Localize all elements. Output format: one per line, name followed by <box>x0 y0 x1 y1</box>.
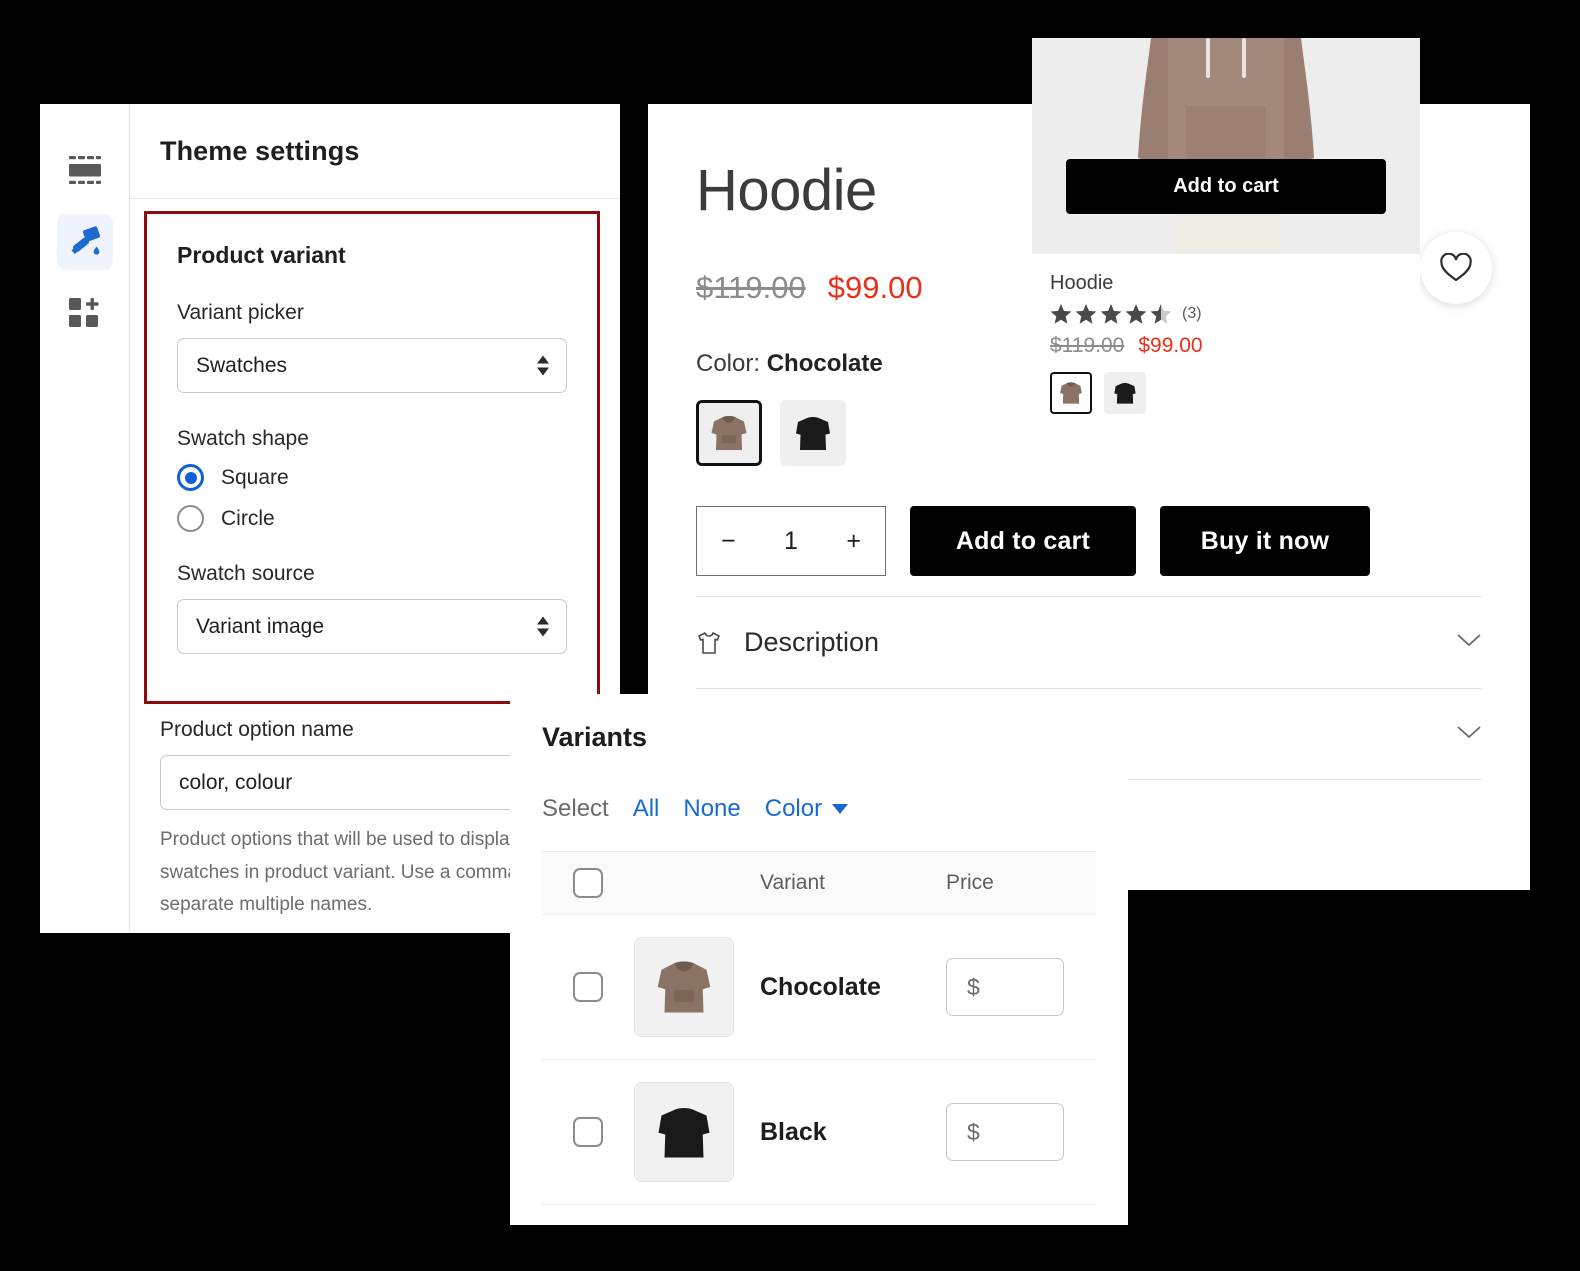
row-checkbox-chocolate[interactable] <box>573 972 603 1002</box>
card-add-to-cart-button[interactable]: Add to cart <box>1066 159 1386 214</box>
sections-icon <box>68 156 101 184</box>
product-actions: − 1 + Add to cart Buy it now <box>696 506 1482 576</box>
variant-picker-value: Swatches <box>196 353 288 377</box>
sidebar-item-theme-settings[interactable] <box>56 214 113 270</box>
wishlist-button[interactable] <box>1420 232 1492 304</box>
sidebar-item-add-block[interactable] <box>57 286 113 342</box>
variant-price-input-black[interactable]: $ <box>946 1103 1064 1161</box>
variant-picker-select[interactable]: Swatches <box>177 338 567 393</box>
product-card-title: Hoodie <box>1050 272 1114 294</box>
product-swatch-chocolate[interactable] <box>696 400 762 466</box>
select-all-checkbox[interactable] <box>573 868 603 898</box>
caret-down-icon <box>832 804 849 814</box>
section-heading: Product variant <box>177 242 346 268</box>
swatch-shape-label: Swatch shape <box>177 427 309 450</box>
product-swatch-black[interactable] <box>780 400 846 466</box>
variant-picker-label: Variant picker <box>177 301 304 324</box>
hoodie-black-icon <box>648 1096 720 1168</box>
product-card-panel: Add to cart Hoodie (3) $119.00 $99.00 <box>1032 38 1420 448</box>
variants-panel: Variants Select All None Color Variant P… <box>510 694 1128 1225</box>
hoodie-black-icon <box>1114 383 1136 404</box>
product-card-swatch-black[interactable] <box>1104 372 1146 414</box>
product-card-swatch-list <box>1050 372 1402 414</box>
variants-panel-content: Variants Select All None Color Variant P… <box>510 694 1128 1205</box>
quantity-increment-button[interactable]: + <box>846 527 861 556</box>
sidebar-item-sections[interactable] <box>57 142 113 198</box>
table-row[interactable]: Black $ <box>542 1060 1096 1205</box>
radio-square[interactable] <box>177 464 204 491</box>
variant-name: Black <box>760 1117 827 1146</box>
theme-settings-header: Theme settings <box>130 104 620 199</box>
currency-symbol: $ <box>967 973 980 1000</box>
quantity-value: 1 <box>784 526 798 555</box>
chevron-down-icon <box>1456 632 1482 653</box>
star-rating-icon <box>1050 304 1172 324</box>
variant-thumbnail-chocolate <box>634 937 734 1037</box>
quantity-decrement-button[interactable]: − <box>721 527 736 556</box>
product-variant-section: Product variant Variant picker Swatches … <box>147 214 597 654</box>
product-card-review-count: (3) <box>1182 305 1202 322</box>
product-color-prefix: Color: <box>696 350 761 377</box>
variants-title: Variants <box>542 722 648 752</box>
buy-it-now-button[interactable]: Buy it now <box>1160 506 1370 576</box>
add-block-icon <box>68 298 98 327</box>
row-checkbox-black[interactable] <box>573 1117 603 1147</box>
accordion-description[interactable]: Description <box>696 596 1482 688</box>
hoodie-chocolate-icon <box>648 951 720 1023</box>
variants-table: Variant Price Chocolate $ Black $ <box>542 851 1096 1205</box>
swatch-source-label: Swatch source <box>177 562 315 585</box>
swatch-shape-option-circle[interactable]: Circle <box>177 505 567 532</box>
column-header-price: Price <box>946 871 994 894</box>
variant-name: Chocolate <box>760 972 881 1001</box>
hoodie-black-icon <box>796 417 830 450</box>
chevron-down-icon <box>1456 724 1482 745</box>
product-card-body: Hoodie (3) $119.00 $99.00 <box>1032 254 1420 414</box>
product-card-prices: $119.00 $99.00 <box>1050 334 1402 358</box>
variants-select-row: Select All None Color <box>542 795 1096 823</box>
hoodie-model-photo <box>1076 38 1376 254</box>
radio-circle[interactable] <box>177 505 204 532</box>
variant-price-input-chocolate[interactable]: $ <box>946 958 1064 1016</box>
product-card-image: Add to cart <box>1032 38 1420 254</box>
swatch-shape-option-square[interactable]: Square <box>177 464 567 491</box>
product-variant-highlight-box: Product variant Variant picker Swatches … <box>144 211 600 704</box>
hoodie-chocolate-icon <box>1060 382 1082 404</box>
swatch-shape-circle-label: Circle <box>221 506 275 530</box>
currency-symbol: $ <box>967 1118 980 1145</box>
product-compare-price: $119.00 <box>696 270 806 305</box>
variants-table-header: Variant Price <box>542 851 1096 915</box>
screenshot-stage: Theme settings Product variant Variant p… <box>0 0 1580 1271</box>
chevron-updown-icon <box>536 355 550 376</box>
add-to-cart-button[interactable]: Add to cart <box>910 506 1136 576</box>
product-color-value: Chocolate <box>766 350 883 377</box>
tshirt-icon <box>698 631 720 654</box>
heart-icon <box>1440 253 1472 282</box>
paint-roller-icon <box>71 226 100 255</box>
variants-select-label: Select <box>542 795 609 822</box>
page-title: Theme settings <box>160 135 360 166</box>
select-none-link[interactable]: None <box>683 795 740 823</box>
table-row[interactable]: Chocolate $ <box>542 915 1096 1060</box>
theme-settings-rail <box>40 104 130 933</box>
variant-thumbnail-black <box>634 1082 734 1182</box>
product-card-rating: (3) <box>1050 303 1402 325</box>
accordion-description-label: Description <box>744 627 880 657</box>
color-filter-label: Color <box>764 795 823 822</box>
hoodie-chocolate-icon <box>711 416 747 450</box>
product-card-sale-price: $99.00 <box>1138 334 1203 357</box>
product-card-swatch-chocolate[interactable] <box>1050 372 1092 414</box>
swatch-shape-square-label: Square <box>221 465 289 489</box>
product-sale-price: $99.00 <box>827 270 923 305</box>
swatch-source-value: Variant image <box>196 614 325 638</box>
color-filter-dropdown[interactable]: Color <box>764 795 849 823</box>
quantity-stepper[interactable]: − 1 + <box>696 506 886 576</box>
chevron-updown-icon <box>536 616 550 637</box>
product-option-name-value: color, colour <box>179 770 293 794</box>
product-card-compare-price: $119.00 <box>1050 334 1125 357</box>
select-all-link[interactable]: All <box>633 795 660 823</box>
column-header-variant: Variant <box>760 871 825 894</box>
swatch-source-select[interactable]: Variant image <box>177 599 567 654</box>
